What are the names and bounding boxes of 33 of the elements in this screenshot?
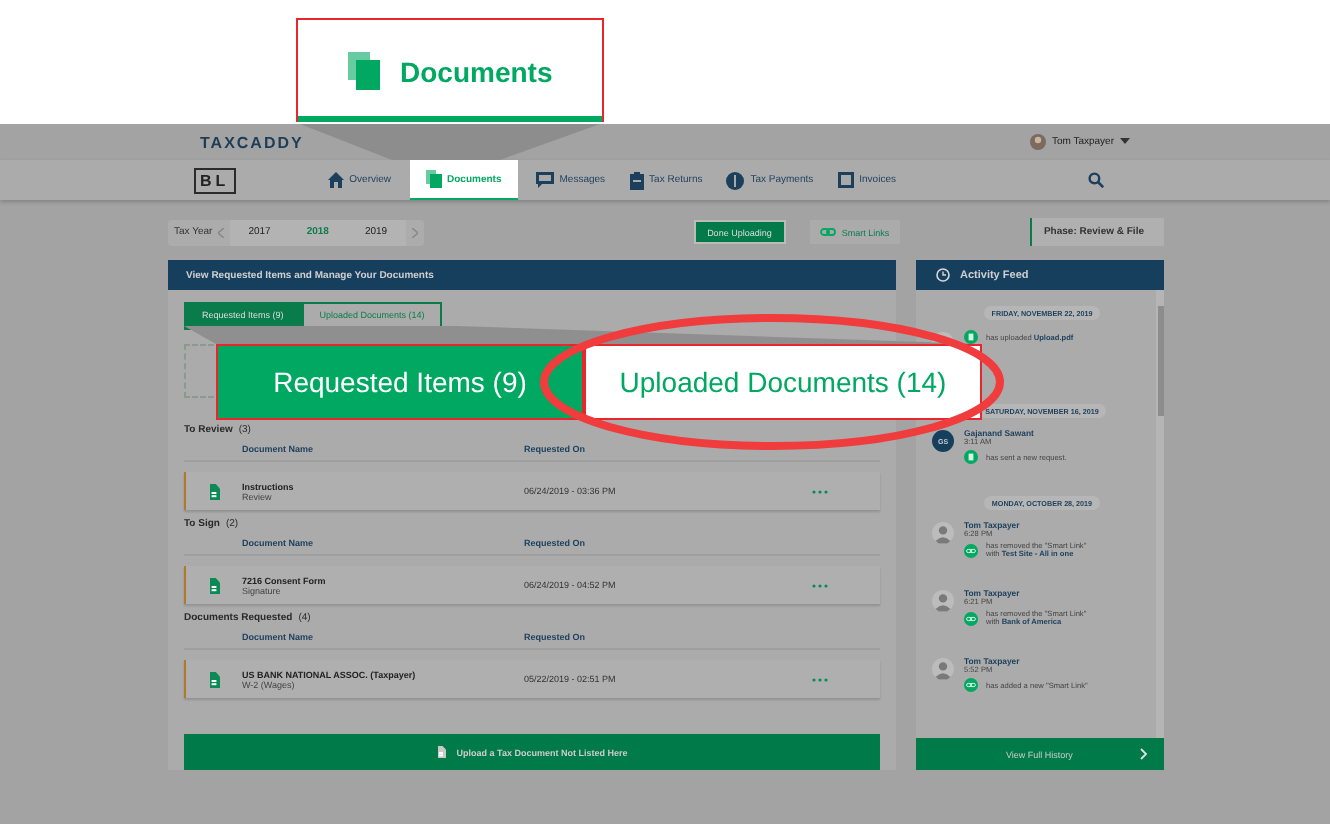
chevron-right-icon (411, 227, 418, 237)
chat-icon (535, 172, 554, 188)
drop-zone[interactable] (184, 344, 214, 398)
document-badge-icon (964, 450, 978, 464)
tab-zoom-callout[interactable]: Uploaded Documents (14) (584, 344, 982, 420)
documents-icon (348, 52, 380, 90)
home-icon (327, 172, 344, 188)
document-icon (208, 671, 220, 687)
tab-zoom-callout[interactable]: Requested Items (9) (216, 344, 584, 420)
document-icon (208, 577, 220, 593)
link-badge-icon (964, 543, 978, 557)
search-icon (1088, 172, 1104, 188)
person-silhouette-icon (932, 658, 954, 680)
callout-label: Documents (400, 55, 553, 87)
clock-icon (936, 268, 950, 282)
invoice-icon (837, 172, 854, 188)
logo-text: TAXCADDY (200, 133, 304, 151)
document-icon (436, 746, 447, 758)
link-badge-icon (964, 678, 978, 692)
person-silhouette-icon (932, 522, 954, 544)
link-badge-icon (964, 611, 978, 625)
chevron-right-icon (1140, 748, 1148, 760)
caret-icon (1120, 138, 1130, 146)
document-icon (208, 483, 220, 499)
link-icon (819, 228, 836, 236)
document-badge-icon (964, 330, 978, 344)
dollar-coin-icon (726, 171, 745, 189)
avatar-icon (1029, 134, 1046, 150)
tax-form-icon (629, 171, 644, 189)
chevron-left-icon (218, 227, 225, 237)
person-silhouette-icon (932, 590, 954, 612)
documents-icon (425, 170, 442, 188)
client-initials: BL (194, 167, 236, 193)
